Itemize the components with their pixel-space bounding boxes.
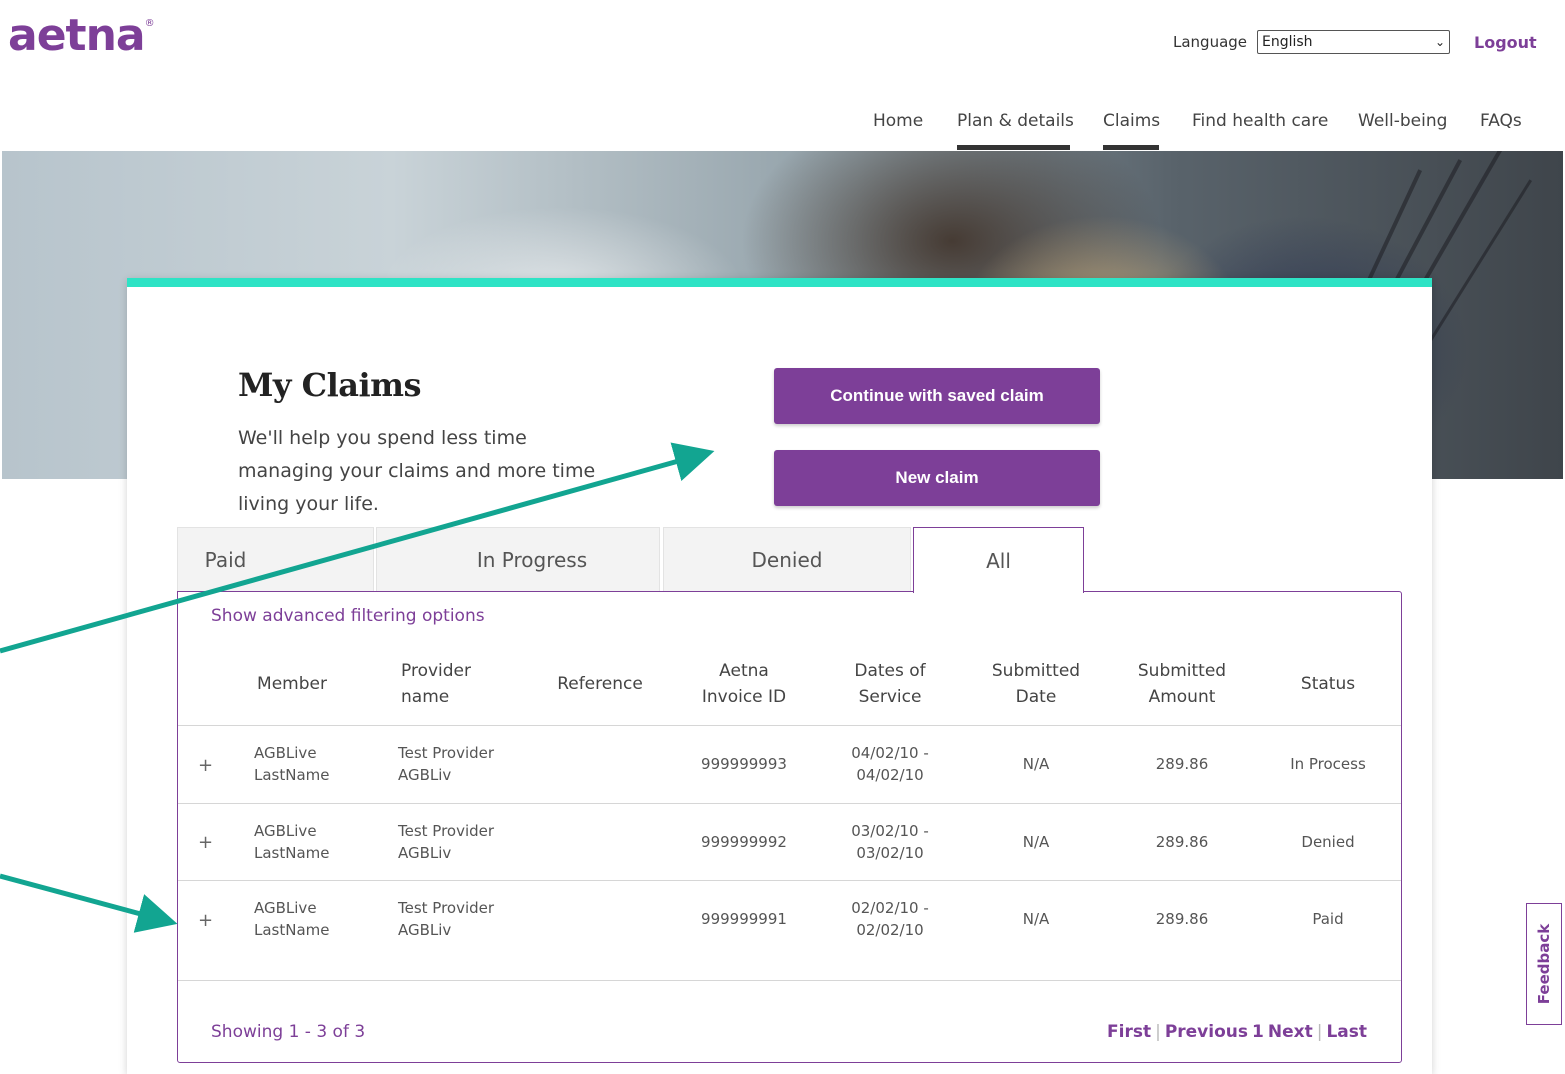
tab-paid[interactable]: Paid: [177, 527, 374, 591]
expand-row-icon[interactable]: +: [198, 832, 213, 853]
cell-amount: 289.86: [1155, 910, 1209, 928]
language-select-value: English: [1262, 34, 1313, 50]
cell-status: Denied: [1301, 833, 1355, 851]
chevron-down-icon: ⌄: [1434, 35, 1445, 49]
col-header-submitted-amount[interactable]: Submitted Amount: [1130, 658, 1234, 710]
pagination-current-page: 1: [1252, 1022, 1264, 1042]
cell-reference: [548, 742, 652, 786]
cell-reference: [548, 820, 652, 864]
nav-faqs[interactable]: FAQs: [1480, 111, 1522, 131]
tab-in-progress[interactable]: In Progress: [376, 527, 660, 591]
nav-claims[interactable]: Claims: [1103, 111, 1160, 131]
continue-saved-claim-button[interactable]: Continue with saved claim: [774, 368, 1100, 424]
page-title: My Claims: [238, 366, 422, 404]
cell-invoice: 999999992: [701, 833, 787, 851]
nav-plan-details-underline: [957, 145, 1070, 150]
cell-dates: 02/02/10 - 02/02/10: [851, 899, 929, 939]
tab-in-progress-label: In Progress: [476, 547, 588, 572]
pagination-separator: |: [1316, 1022, 1323, 1042]
cell-submitted-date: N/A: [1022, 910, 1050, 928]
col-header-status[interactable]: Status: [1284, 658, 1372, 710]
tab-denied[interactable]: Denied: [663, 527, 911, 591]
pagination-last[interactable]: Last: [1326, 1022, 1367, 1042]
cell-invoice: 999999991: [701, 910, 787, 928]
col-header-provider[interactable]: Provider name: [401, 658, 491, 710]
pagination-separator: |: [1155, 1022, 1161, 1042]
nav-claims-underline: [1103, 145, 1159, 150]
table-header-divider: [178, 725, 1401, 726]
expand-row-icon[interactable]: +: [198, 910, 213, 931]
cell-invoice: 999999993: [701, 755, 787, 773]
cell-provider: Test Provider AGBLiv: [398, 744, 495, 784]
table-row-divider: [178, 880, 1401, 881]
cell-member: AGBLive LastName: [254, 899, 330, 939]
tab-paid-label: Paid: [204, 547, 247, 572]
cell-amount: 289.86: [1155, 755, 1209, 773]
feedback-tab[interactable]: Feedback: [1526, 903, 1562, 1025]
nav-well-being[interactable]: Well-being: [1358, 111, 1447, 131]
new-claim-button[interactable]: New claim: [774, 450, 1100, 506]
cell-status: In Process: [1290, 755, 1366, 773]
tab-denied-label: Denied: [751, 547, 823, 572]
cell-submitted-date: N/A: [1022, 755, 1050, 773]
results-count: Showing 1 - 3 of 3: [211, 1022, 366, 1042]
nav-find-health-care[interactable]: Find health care: [1192, 111, 1328, 131]
col-header-reference[interactable]: Reference: [548, 658, 652, 710]
page-subtitle: We'll help you spend less time managing …: [238, 427, 596, 515]
cell-reference: [548, 897, 652, 941]
cell-status: Paid: [1312, 910, 1344, 928]
pagination-next[interactable]: Next: [1268, 1022, 1313, 1042]
cell-member: AGBLive LastName: [254, 744, 330, 784]
language-label: Language: [1173, 33, 1248, 51]
logout-link[interactable]: Logout: [1474, 33, 1537, 52]
cell-submitted-date: N/A: [1022, 833, 1050, 851]
pagination-previous[interactable]: Previous: [1165, 1022, 1248, 1042]
col-header-member[interactable]: Member: [250, 658, 334, 710]
cell-provider: Test Provider AGBLiv: [398, 822, 495, 862]
col-header-submitted-date[interactable]: Submitted Date: [984, 658, 1088, 710]
col-header-invoice[interactable]: Aetna Invoice ID: [698, 658, 790, 710]
cell-member: AGBLive LastName: [254, 822, 330, 862]
expand-row-icon[interactable]: +: [198, 755, 213, 776]
tab-all[interactable]: All: [913, 527, 1084, 593]
cell-dates: 03/02/10 - 03/02/10: [851, 822, 929, 862]
cell-dates: 04/02/10 - 04/02/10: [851, 744, 929, 784]
aetna-logo[interactable]: aetna®: [8, 10, 155, 61]
table-row-divider: [178, 803, 1401, 804]
nav-plan-details[interactable]: Plan & details: [957, 111, 1074, 131]
cell-provider: Test Provider AGBLiv: [398, 899, 495, 939]
advanced-filter-link[interactable]: Show advanced filtering options: [211, 606, 485, 626]
col-header-dates[interactable]: Dates of Service: [842, 658, 938, 710]
tab-all-label: All: [986, 548, 1011, 573]
pagination: First | Previous 1 Next | Last: [1107, 1022, 1367, 1042]
cell-amount: 289.86: [1155, 833, 1209, 851]
nav-home[interactable]: Home: [873, 111, 923, 131]
pagination-first[interactable]: First: [1107, 1022, 1151, 1042]
language-select[interactable]: English ⌄: [1257, 30, 1450, 54]
feedback-label: Feedback: [1535, 923, 1554, 1005]
table-row-divider: [178, 980, 1401, 981]
